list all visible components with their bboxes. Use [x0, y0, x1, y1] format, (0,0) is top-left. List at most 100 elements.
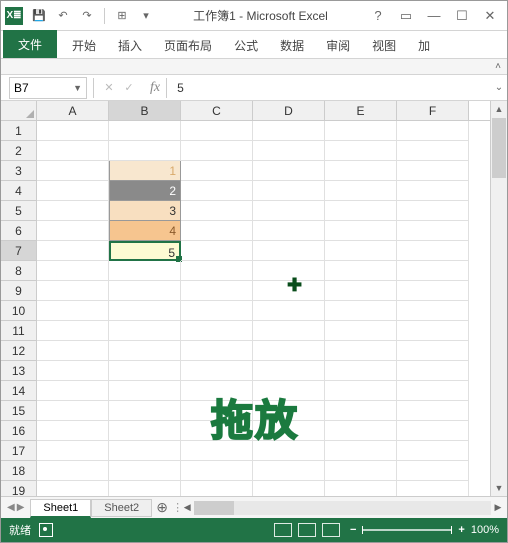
cell[interactable]	[325, 281, 397, 301]
chevron-down-icon[interactable]: ▼	[73, 83, 82, 93]
cell[interactable]	[397, 141, 469, 161]
row-header[interactable]: 11	[1, 321, 37, 341]
row-header[interactable]: 2	[1, 141, 37, 161]
cell[interactable]	[37, 381, 109, 401]
cell[interactable]	[109, 341, 181, 361]
cell[interactable]	[253, 241, 325, 261]
cell[interactable]	[37, 461, 109, 481]
cell[interactable]	[181, 461, 253, 481]
cell[interactable]	[181, 281, 253, 301]
cell[interactable]	[325, 221, 397, 241]
cell[interactable]	[397, 381, 469, 401]
zoom-in-button[interactable]: +	[458, 524, 464, 536]
scroll-left-icon[interactable]: ◀	[180, 502, 194, 513]
tab-split-handle[interactable]: ⋮	[172, 501, 178, 514]
row-header[interactable]: 16	[1, 421, 37, 441]
hscroll-thumb[interactable]	[194, 501, 234, 515]
normal-view-button[interactable]	[274, 523, 292, 537]
cell[interactable]	[37, 141, 109, 161]
row-header[interactable]: 12	[1, 341, 37, 361]
cell[interactable]	[181, 241, 253, 261]
cell[interactable]	[253, 341, 325, 361]
collapse-ribbon-icon[interactable]: ˄	[495, 61, 501, 72]
tab-view[interactable]: 视图	[361, 32, 407, 58]
cell[interactable]	[397, 341, 469, 361]
cell[interactable]	[181, 261, 253, 281]
cell[interactable]	[397, 261, 469, 281]
cell[interactable]	[397, 221, 469, 241]
row-header[interactable]: 13	[1, 361, 37, 381]
row-header[interactable]: 10	[1, 301, 37, 321]
cell[interactable]	[325, 181, 397, 201]
cell[interactable]	[253, 161, 325, 181]
cell[interactable]	[109, 281, 181, 301]
qat-more-button[interactable]: ▾	[136, 7, 156, 25]
horizontal-scrollbar[interactable]: ◀ ▶	[180, 501, 505, 515]
cell[interactable]: 3	[109, 201, 181, 221]
close-button[interactable]: ✕	[477, 6, 503, 26]
cell[interactable]	[397, 481, 469, 496]
cell[interactable]	[109, 461, 181, 481]
tab-formulas[interactable]: 公式	[223, 32, 269, 58]
cell[interactable]	[325, 421, 397, 441]
cell[interactable]	[325, 321, 397, 341]
cell[interactable]	[325, 121, 397, 141]
cell[interactable]	[37, 281, 109, 301]
cell[interactable]	[253, 321, 325, 341]
tab-insert[interactable]: 插入	[107, 32, 153, 58]
cell[interactable]	[397, 461, 469, 481]
minimize-button[interactable]: —	[421, 6, 447, 26]
col-header-a[interactable]: A	[37, 101, 109, 120]
cell[interactable]	[397, 241, 469, 261]
cell[interactable]	[37, 221, 109, 241]
cell[interactable]	[109, 481, 181, 496]
row-header[interactable]: 9	[1, 281, 37, 301]
tab-addins[interactable]: 加	[407, 32, 441, 58]
cell[interactable]	[325, 481, 397, 496]
cell[interactable]	[253, 481, 325, 496]
cell[interactable]	[37, 321, 109, 341]
row-header[interactable]: 18	[1, 461, 37, 481]
sheet-tab-2[interactable]: Sheet2	[91, 499, 152, 517]
cell[interactable]	[181, 201, 253, 221]
cell[interactable]: 4	[109, 221, 181, 241]
cell[interactable]	[37, 121, 109, 141]
col-header-f[interactable]: F	[397, 101, 469, 120]
row-header[interactable]: 14	[1, 381, 37, 401]
cell[interactable]	[109, 441, 181, 461]
cell[interactable]	[37, 361, 109, 381]
cell[interactable]	[109, 361, 181, 381]
cancel-formula-button[interactable]: ✕	[100, 79, 118, 97]
formula-input[interactable]: 5	[173, 81, 491, 95]
cell[interactable]	[397, 321, 469, 341]
cell[interactable]	[253, 141, 325, 161]
scroll-up-icon[interactable]: ▲	[491, 101, 507, 117]
scroll-down-icon[interactable]: ▼	[491, 480, 507, 496]
cell[interactable]	[181, 221, 253, 241]
cell[interactable]	[181, 181, 253, 201]
save-button[interactable]: 💾	[29, 7, 49, 25]
cell[interactable]	[37, 241, 109, 261]
col-header-d[interactable]: D	[253, 101, 325, 120]
cell[interactable]	[325, 341, 397, 361]
cell[interactable]: 1	[109, 161, 181, 181]
cell[interactable]	[325, 241, 397, 261]
row-header[interactable]: 8	[1, 261, 37, 281]
cell[interactable]	[397, 441, 469, 461]
cell[interactable]	[181, 481, 253, 496]
cell[interactable]	[37, 301, 109, 321]
cell[interactable]	[37, 401, 109, 421]
scroll-thumb[interactable]	[492, 118, 506, 178]
cell[interactable]	[253, 181, 325, 201]
row-header[interactable]: 19	[1, 481, 37, 496]
tab-file[interactable]: 文件	[3, 30, 57, 58]
cell[interactable]	[181, 161, 253, 181]
row-header[interactable]: 3	[1, 161, 37, 181]
cell[interactable]	[325, 461, 397, 481]
cell[interactable]	[109, 421, 181, 441]
help-button[interactable]: ?	[365, 6, 391, 26]
cell[interactable]	[109, 401, 181, 421]
vertical-scrollbar[interactable]: ▲ ▼	[490, 101, 507, 496]
cell[interactable]	[37, 421, 109, 441]
cell[interactable]	[109, 141, 181, 161]
